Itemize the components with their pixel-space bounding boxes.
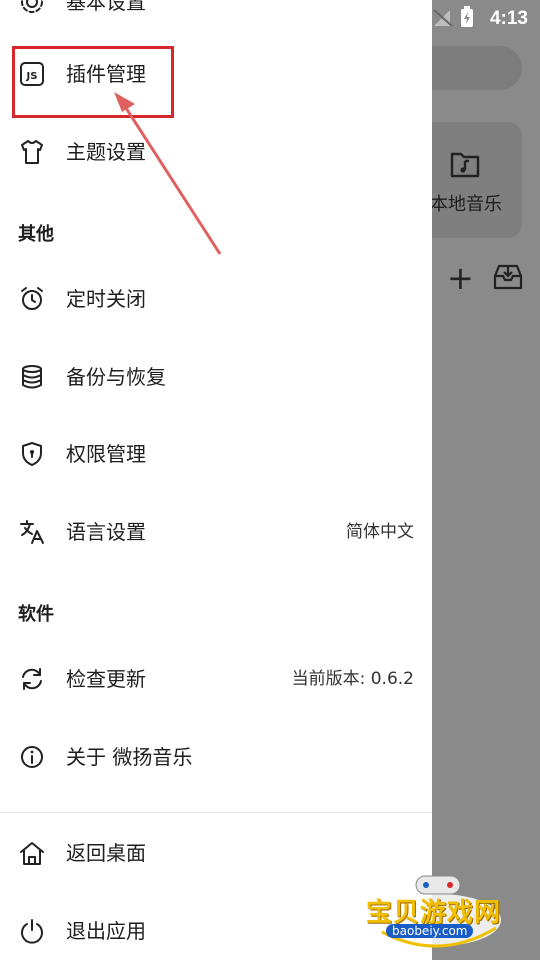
power-icon	[21, 919, 43, 944]
drawer-item-label: 主题设置	[66, 140, 146, 164]
drawer-item-backup-restore[interactable]: 备份与恢复	[0, 349, 432, 405]
drawer-item-label: 返回桌面	[66, 841, 146, 865]
database-icon	[22, 365, 42, 389]
drawer-item-label: 语言设置	[66, 520, 146, 544]
drawer-item-label: 基本设置	[66, 0, 146, 14]
inbox-download-icon	[493, 264, 523, 290]
gear-icon	[21, 0, 43, 13]
signal-off-icon	[433, 9, 453, 27]
drawer-item-about[interactable]: 关于 微扬音乐	[0, 729, 432, 785]
info-icon	[21, 746, 43, 768]
drawer-item-label: 退出应用	[66, 919, 146, 943]
drawer-item-label: 定时关闭	[66, 287, 146, 311]
drawer-item-label: 关于 微扬音乐	[66, 745, 193, 769]
section-header-other: 其他	[18, 224, 54, 245]
plus-icon: +	[447, 259, 474, 297]
drawer-item-label: 备份与恢复	[66, 365, 166, 389]
section-header-software: 软件	[18, 604, 54, 625]
drawer-item-basic-settings[interactable]: 基本设置	[0, 0, 432, 30]
drawer-item-theme-settings[interactable]: 主题设置	[0, 124, 432, 180]
drawer-item-label: 权限管理	[66, 442, 146, 466]
status-time: 4:13	[489, 8, 528, 29]
translate-icon	[20, 520, 44, 544]
alarm-clock-icon	[21, 287, 43, 310]
music-folder-icon	[450, 152, 480, 178]
tshirt-icon	[21, 140, 43, 164]
language-value: 简体中文	[346, 522, 414, 542]
current-version-value: 当前版本: 0.6.2	[291, 669, 414, 689]
battery-charging-icon	[461, 6, 473, 27]
navigation-drawer: 基本设置 JS 插件管理 主题设置 其他 定时关闭 备份与恢复 权限管理 语言设…	[0, 0, 432, 960]
background-card-label: 本地音乐	[430, 194, 502, 215]
shield-lock-icon	[22, 442, 42, 466]
refresh-icon	[22, 668, 42, 690]
watermark-url: baobeiy.com	[386, 924, 474, 938]
drawer-item-label: 检查更新	[66, 667, 146, 691]
status-bar: 4:13	[432, 0, 540, 36]
drawer-item-sleep-timer[interactable]: 定时关闭	[0, 271, 432, 327]
highlight-box	[12, 46, 174, 118]
home-icon	[20, 842, 44, 865]
drawer-item-language-settings[interactable]: 语言设置 简体中文	[0, 504, 432, 560]
drawer-item-check-update[interactable]: 检查更新 当前版本: 0.6.2	[0, 651, 432, 707]
drawer-divider	[0, 812, 432, 813]
drawer-item-permission-management[interactable]: 权限管理	[0, 426, 432, 482]
